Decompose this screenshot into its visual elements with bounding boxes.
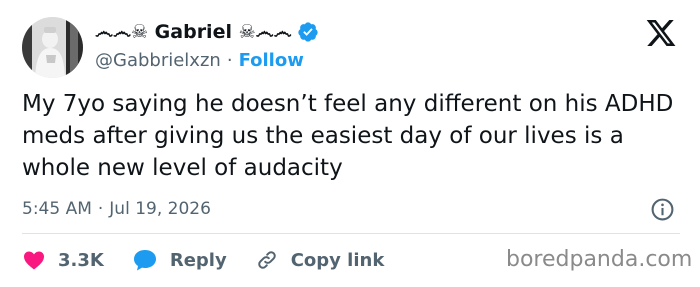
x-logo-icon[interactable] (645, 17, 677, 49)
tweet-time: 5:45 AM (22, 199, 92, 219)
tweet-text: My 7yo saying he doesn’t feel any differ… (22, 91, 674, 181)
link-icon (257, 251, 276, 269)
author-handle-row: @Gabbrielxzn · Follow (95, 47, 304, 73)
info-icon[interactable] (650, 197, 675, 222)
speech-bubble-icon (133, 250, 156, 271)
avatar[interactable] (22, 17, 83, 78)
avatar-photo (22, 17, 83, 78)
copy-link-label: Copy link (290, 249, 385, 271)
author-name-row: ෴෴☠ Gabriel ☠෴෴ (95, 18, 319, 46)
divider (22, 233, 680, 234)
author-display-name[interactable]: ෴෴☠ Gabriel ☠෴෴ (95, 21, 292, 43)
timestamp-separator: · (97, 199, 104, 219)
handle-separator: · (226, 49, 233, 71)
like-button[interactable]: 3.3K (22, 248, 104, 272)
like-count: 3.3K (58, 249, 104, 271)
heart-icon (24, 251, 44, 270)
reply-button[interactable]: Reply (132, 248, 227, 272)
author-handle[interactable]: @Gabbrielxzn (95, 50, 221, 71)
reply-label: Reply (169, 249, 227, 271)
tweet-date: Jul 19, 2026 (109, 199, 211, 219)
tweet-card: ෴෴☠ Gabriel ☠෴෴ @Gabbrielxzn · Follow My… (0, 0, 700, 287)
copy-link-button[interactable]: Copy link (255, 248, 385, 272)
tweet-timestamp[interactable]: 5:45 AM · Jul 19, 2026 (22, 196, 211, 222)
action-bar: 3.3K Reply Copy link (22, 244, 412, 276)
verified-badge-icon (297, 21, 319, 43)
follow-button[interactable]: Follow (239, 50, 304, 71)
watermark: boredpanda.com (506, 247, 693, 272)
